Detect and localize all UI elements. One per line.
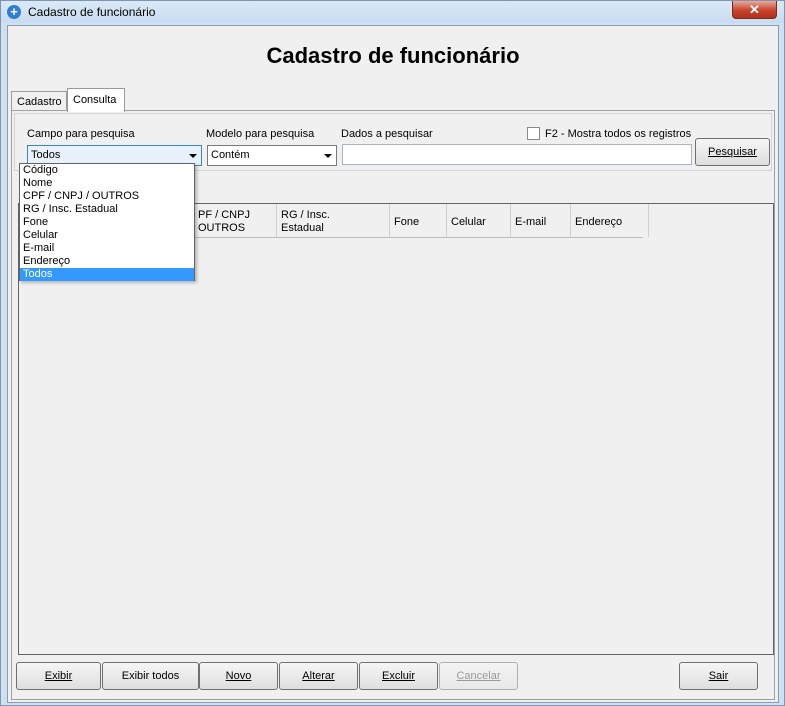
grid-column-header-line1: RG / Insc. xyxy=(281,209,330,221)
page-title: Cadastro de funcionário xyxy=(266,43,520,68)
grid-column-header-line2: Estadual xyxy=(281,222,324,234)
sair-button[interactable]: Sair xyxy=(679,662,758,690)
dropdown-option[interactable]: RG / Insc. Estadual xyxy=(20,203,194,216)
campo-label: Campo para pesquisa xyxy=(27,128,135,140)
grid-column-header[interactable]: Endereço xyxy=(571,204,649,237)
dropdown-option[interactable]: Fone xyxy=(20,216,194,229)
form-client-area: Cadastro de funcionário Cadastro Consult… xyxy=(7,25,779,703)
dropdown-option[interactable]: E-mail xyxy=(20,242,194,255)
modelo-label: Modelo para pesquisa xyxy=(206,128,315,140)
exibir-todos-button[interactable]: Exibir todos xyxy=(102,662,199,690)
exibir-button[interactable]: Exibir xyxy=(16,662,101,690)
novo-button[interactable]: Novo xyxy=(199,662,278,690)
campo-dropdown-list[interactable]: Código Nome CPF / CNPJ / OUTROS RG / Insc. … xyxy=(19,163,195,281)
grid-column-header-line1: E-mail xyxy=(515,216,547,228)
cancelar-label: Cancelar xyxy=(456,670,501,682)
exibir-label: Exibir xyxy=(44,670,73,682)
pesquisar-button[interactable]: Pesquisar xyxy=(695,138,770,166)
novo-label: Novo xyxy=(225,670,252,682)
pesquisar-label: Pesquisar xyxy=(708,146,757,158)
excluir-label: Excluir xyxy=(381,670,415,682)
grid-column-header-line1: Fone xyxy=(394,216,420,228)
grid-column-header-line1: Celular xyxy=(451,216,486,228)
dropdown-option[interactable]: Nome xyxy=(20,177,194,190)
close-icon: ✕ xyxy=(749,2,760,17)
cancelar-button[interactable]: Cancelar xyxy=(439,662,518,690)
dropdown-option[interactable]: Código xyxy=(20,164,194,177)
show-all-label: F2 - Mostra todos os registros xyxy=(545,128,692,140)
dropdown-option[interactable]: CPF / CNPJ / OUTROS xyxy=(20,190,194,203)
alterar-label: Alterar xyxy=(302,670,335,682)
tab-consulta[interactable]: Consulta xyxy=(67,88,125,112)
grid-column-header-line1: Endereço xyxy=(575,216,623,228)
show-all-checkbox[interactable] xyxy=(527,127,540,140)
title-bar[interactable]: + Cadastro de funcionário ✕ xyxy=(1,1,784,23)
grid-column-header-line1: PF / CNPJ xyxy=(198,209,250,221)
app-window: + Cadastro de funcionário ✕ Cadastro de … xyxy=(0,0,785,706)
tab-cadastro[interactable]: Cadastro xyxy=(11,91,67,112)
chevron-down-icon xyxy=(324,154,332,158)
alterar-button[interactable]: Alterar xyxy=(279,662,358,690)
grid-column-header[interactable]: Celular xyxy=(447,204,511,237)
dados-label: Dados a pesquisar xyxy=(341,128,433,140)
grid-column-header[interactable]: E-mail xyxy=(511,204,571,237)
modelo-select-value: Contém xyxy=(211,149,250,161)
sair-label: Sair xyxy=(708,670,729,682)
dados-input[interactable] xyxy=(342,144,692,165)
dropdown-option[interactable]: Celular xyxy=(20,229,194,242)
dropdown-option[interactable]: Endereço xyxy=(20,255,194,268)
dropdown-option[interactable]: Todos xyxy=(20,268,194,281)
grid-column-header[interactable]: RG / Insc. Estadual xyxy=(277,204,390,237)
modelo-select[interactable]: Contém xyxy=(207,145,337,166)
grid-column-header[interactable]: PF / CNPJ OUTROS xyxy=(194,204,277,237)
excluir-button[interactable]: Excluir xyxy=(359,662,438,690)
close-button[interactable]: ✕ xyxy=(732,1,777,19)
grid-column-header[interactable]: Fone xyxy=(390,204,447,237)
exibir-todos-label: Exibir todos xyxy=(121,670,180,682)
grid-column-header-line2: OUTROS xyxy=(198,222,246,234)
chevron-down-icon xyxy=(189,154,197,158)
window-title: Cadastro de funcionário xyxy=(28,5,156,19)
app-plus-icon: + xyxy=(7,5,21,19)
campo-select-value: Todos xyxy=(31,149,61,161)
